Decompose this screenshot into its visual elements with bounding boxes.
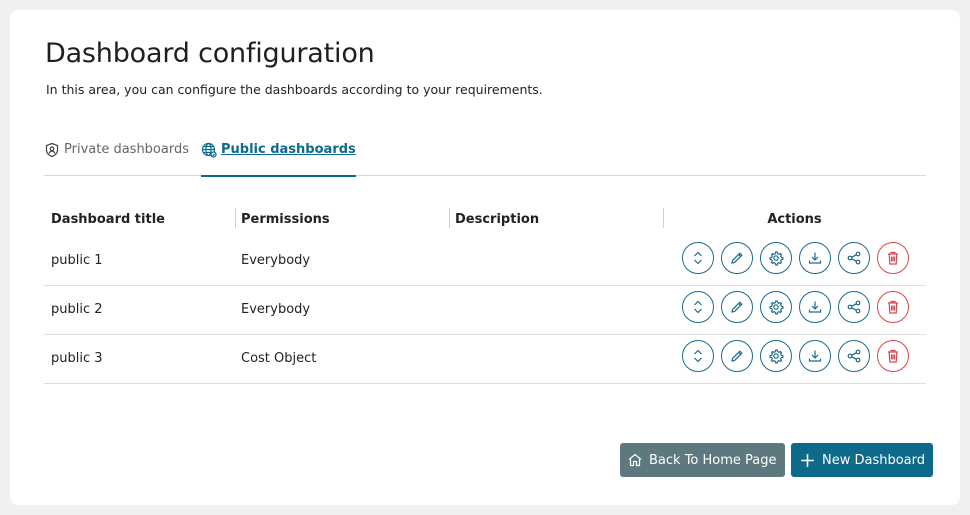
edit-button[interactable] — [721, 340, 753, 372]
table-row[interactable]: public 3 Cost Object — [44, 335, 926, 384]
permissions-cell: Everybody — [241, 253, 311, 268]
delete-button[interactable] — [877, 340, 909, 372]
tab-public-dashboards[interactable]: Public dashboards — [201, 138, 356, 177]
download-button[interactable] — [799, 291, 831, 323]
table-body: public 1 Everybody public 2 Everybody public… — [44, 237, 926, 384]
download-button[interactable] — [799, 340, 831, 372]
dashboard-title-cell: public 1 — [51, 253, 103, 268]
row-actions — [682, 340, 909, 372]
permissions-cell: Cost Object — [241, 351, 317, 366]
settings-button[interactable] — [760, 242, 792, 274]
share-button[interactable] — [838, 242, 870, 274]
download-icon — [807, 348, 823, 364]
delete-icon — [885, 299, 901, 315]
reorder-button[interactable] — [682, 242, 714, 274]
edit-icon — [729, 299, 745, 315]
reorder-icon — [690, 250, 706, 266]
share-button[interactable] — [838, 291, 870, 323]
share-icon — [846, 299, 862, 315]
settings-icon — [768, 250, 784, 266]
page-subtitle: In this area, you can configure the dash… — [46, 82, 543, 97]
column-header-description[interactable]: Description — [449, 203, 539, 237]
reorder-button[interactable] — [682, 291, 714, 323]
column-header-permissions[interactable]: Permissions — [235, 203, 330, 237]
settings-icon — [768, 299, 784, 315]
new-dashboard-label: New Dashboard — [822, 452, 926, 468]
globe-icon — [201, 142, 217, 158]
reorder-icon — [690, 348, 706, 364]
column-header-title[interactable]: Dashboard title — [51, 203, 165, 237]
new-dashboard-button[interactable]: New Dashboard — [791, 443, 933, 477]
edit-icon — [729, 250, 745, 266]
permissions-cell: Everybody — [241, 302, 311, 317]
back-to-home-label: Back To Home Page — [649, 452, 777, 468]
settings-icon — [768, 348, 784, 364]
reorder-button[interactable] — [682, 340, 714, 372]
share-icon — [846, 250, 862, 266]
dashboard-title-cell: public 3 — [51, 351, 103, 366]
dashboard-title-cell: public 2 — [51, 302, 103, 317]
column-header-actions: Actions — [663, 203, 926, 237]
shield-user-icon — [44, 142, 60, 158]
page-title: Dashboard configuration — [45, 38, 375, 69]
settings-button[interactable] — [760, 340, 792, 372]
settings-button[interactable] — [760, 291, 792, 323]
download-icon — [807, 250, 823, 266]
row-actions — [682, 242, 909, 274]
edit-icon — [729, 348, 745, 364]
delete-icon — [885, 250, 901, 266]
share-icon — [846, 348, 862, 364]
row-actions — [682, 291, 909, 323]
delete-button[interactable] — [877, 291, 909, 323]
back-to-home-button[interactable]: Back To Home Page — [620, 443, 785, 477]
table-row[interactable]: public 1 Everybody — [44, 237, 926, 286]
table-header: Dashboard title Permissions Description … — [44, 203, 926, 237]
tab-private-dashboards[interactable]: Private dashboards — [44, 138, 189, 176]
share-button[interactable] — [838, 340, 870, 372]
delete-icon — [885, 348, 901, 364]
dashboards-table: Dashboard title Permissions Description … — [44, 203, 926, 384]
download-button[interactable] — [799, 242, 831, 274]
dashboard-config-card: Dashboard configuration In this area, yo… — [10, 10, 960, 505]
home-icon — [628, 453, 642, 467]
edit-button[interactable] — [721, 242, 753, 274]
plus-icon — [801, 453, 814, 467]
table-row[interactable]: public 2 Everybody — [44, 286, 926, 335]
download-icon — [807, 299, 823, 315]
tab-private-label: Private dashboards — [64, 142, 189, 157]
edit-button[interactable] — [721, 291, 753, 323]
tab-public-label: Public dashboards — [221, 142, 356, 157]
delete-button[interactable] — [877, 242, 909, 274]
reorder-icon — [690, 299, 706, 315]
dashboard-tabs: Private dashboards Public dashboards — [44, 138, 926, 177]
